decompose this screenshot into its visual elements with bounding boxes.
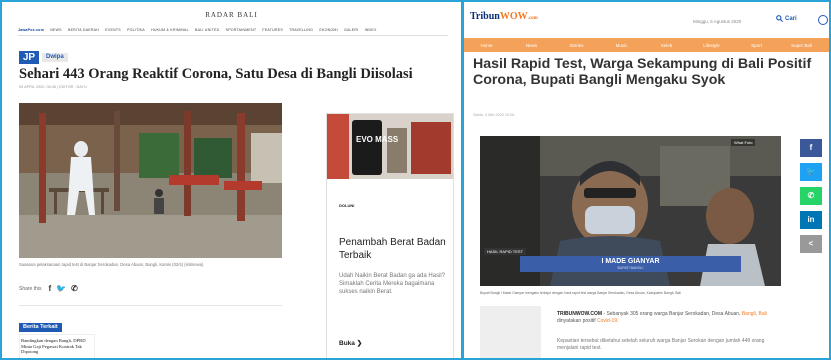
tag-link[interactable]: Bangli, Bali (742, 311, 767, 317)
user-icon[interactable] (818, 15, 828, 25)
article-paragraph: TRIBUNWOW.COM - Sebanyak 305 orang warga… (557, 311, 771, 325)
article-photo (19, 103, 282, 258)
nav-item[interactable]: Music (599, 43, 644, 48)
linkedin-share-button[interactable]: in (800, 211, 822, 229)
ad-open-button[interactable]: Buka ❯ (339, 339, 362, 347)
nav-item[interactable]: Seleb (644, 43, 689, 48)
share-label: Share this (19, 285, 42, 292)
facebook-icon[interactable]: f (49, 284, 52, 293)
article-headline: Hasil Rapid Test, Warga Sekampung di Bal… (473, 56, 812, 88)
article-video[interactable]: What Foto HASIL RAPID TEST I MADE GIANYA… (480, 136, 781, 286)
tag-link[interactable]: Covid-19 (597, 318, 617, 324)
ad-title[interactable]: Penambah Berat Badan Terbaik (339, 236, 449, 262)
site-logo[interactable]: TribunWOW.com (470, 11, 538, 22)
article-meta: Sabtu, 4 Mei 2020 10:06 (473, 113, 515, 117)
nav-item[interactable]: Sport (734, 43, 779, 48)
share-bar: Share this f 🐦 ✆ (19, 284, 78, 293)
search-button[interactable]: Cari (776, 15, 797, 22)
nav-item[interactable]: Super Ball (779, 43, 824, 48)
logo-suffix: .com (527, 16, 538, 21)
nav-item[interactable]: Lifestyle (689, 43, 734, 48)
nav-item[interactable]: News (509, 43, 554, 48)
photo-caption: Suasana pelaksanaan rapid test di Banjar… (19, 262, 204, 267)
related-title[interactable]: Bandingkan dengan Bangli, DPRD Minta Gaj… (21, 338, 95, 355)
ad-description: Udah Naikin Berat Badan ga ada Hasil? Si… (339, 273, 446, 295)
tribunwow-page: TribunWOW.com Minggu, 5 Agustus 2020 Car… (464, 2, 829, 358)
article-meta: 05 APRIL 2020, 06:45 | EDITOR : DAYU (19, 85, 87, 89)
twitter-share-button[interactable]: 🐦 (800, 163, 822, 181)
nav-item[interactable]: GALERI (344, 28, 358, 32)
share-more-button[interactable]: < (800, 235, 822, 253)
article-headline: Sehari 443 Orang Reaktif Corona, Satu De… (19, 66, 413, 82)
nav-brand[interactable]: JawaPos.com (18, 28, 44, 32)
ad-logo: DOLUNI (339, 203, 355, 208)
lower-third-name: I MADE GIANYAR (601, 258, 660, 265)
nav-item[interactable]: BALI UNITED (195, 28, 219, 32)
nav-item[interactable]: EKONOMI (319, 28, 337, 32)
lower-third: I MADE GIANYAR BUPATI BANGLI (520, 256, 741, 272)
article-text: . (617, 318, 619, 324)
share-divider (19, 305, 282, 306)
twitter-icon[interactable]: 🐦 (56, 284, 66, 293)
nav-item[interactable]: NEWS (50, 28, 62, 32)
related-label: Berita Terkait (19, 323, 62, 332)
nav-item[interactable]: FEATURES (262, 28, 283, 32)
whatsapp-share-button[interactable]: ✆ (800, 187, 822, 205)
social-share-bar: f 🐦 ✆ in < (800, 139, 822, 259)
nav-item[interactable]: POLITIKA (127, 28, 145, 32)
video-watermark: What Foto (731, 139, 756, 146)
article-text: dinyatakan positif (557, 318, 598, 324)
nav-item[interactable]: Stories (554, 43, 599, 48)
main-nav: JawaPos.com NEWS BERITA DAERAH EVENTS PO… (18, 28, 448, 32)
ad-image-text: EVO MASS (356, 135, 399, 144)
ad-image: EVO MASS (327, 114, 453, 179)
nav-item[interactable]: Home (464, 43, 509, 48)
article-source: TRIBUNWOW.COM (557, 311, 602, 317)
ad-card[interactable]: EVO MASS DOLUNI Penambah Berat Badan Ter… (326, 113, 454, 358)
header-date: Minggu, 5 Agustus 2020 (693, 19, 742, 24)
radar-bali-page: RADAR BALI JawaPos.com NEWS BERITA DAERA… (2, 2, 461, 358)
lower-third-title: BUPATI BANGLI (617, 266, 644, 270)
category-badge[interactable]: Dwipa (42, 53, 68, 62)
nav-item[interactable]: EVENTS (105, 28, 121, 32)
search-label: Cari (785, 15, 797, 22)
nav-item[interactable]: HUKUM & KRIMINAL (151, 28, 189, 32)
article-text: - Sebanyak 305 orang warga Banjar Seroka… (602, 311, 742, 317)
logo-main: Tribun (470, 11, 500, 22)
jp-badge: JP (19, 51, 39, 64)
article-paragraph: Kepastian tersebut diketahui setelah sel… (557, 338, 765, 351)
main-nav: Home News Stories Music Seleb Lifestyle … (464, 38, 829, 52)
nav-item[interactable]: TRAVELLING (289, 28, 313, 32)
nav-item[interactable]: BERITA DAERAH (68, 28, 99, 32)
nav-item[interactable]: SPORTAINMENT (226, 28, 257, 32)
nav-item[interactable]: INDEX (365, 28, 377, 32)
whatsapp-icon[interactable]: ✆ (71, 284, 78, 293)
search-icon (776, 15, 783, 22)
logo-accent: WOW (499, 11, 528, 22)
video-caption: Bupati Bangli I Made Gianyar mengaku ter… (480, 291, 681, 295)
inline-thumbnail[interactable] (480, 306, 541, 358)
site-logo[interactable]: RADAR BALI (2, 11, 461, 19)
facebook-share-button[interactable]: f (800, 139, 822, 157)
nav-divider (18, 35, 448, 36)
video-tag: HASIL RAPID TEST (484, 248, 527, 255)
